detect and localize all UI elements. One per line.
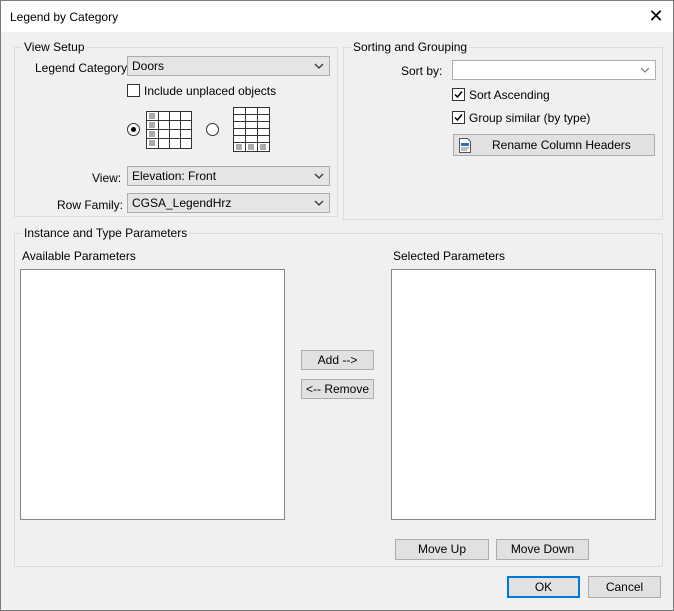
row-family-value: CGSA_LegendHrz [132,196,232,210]
sort-by-label: Sort by: [401,64,443,78]
view-dropdown[interactable]: Elevation: Front [127,166,330,186]
legend-category-value: Doors [132,59,165,73]
view-value: Elevation: Front [132,169,217,183]
rename-column-headers-button[interactable]: Rename Column Headers [453,134,655,156]
move-up-button[interactable]: Move Up [395,539,489,560]
sorting-grouping-label: Sorting and Grouping [351,40,470,54]
horizontal-layout-radio[interactable] [127,123,140,136]
sort-by-dropdown[interactable] [452,60,656,80]
vertical-legend-layout-icon [233,107,270,152]
include-unplaced-checkbox[interactable] [127,84,140,97]
chevron-down-icon [314,63,324,69]
legend-category-label: Legend Category: [35,61,131,75]
cancel-button[interactable]: Cancel [588,576,661,598]
view-label: View: [92,171,122,185]
vertical-layout-radio[interactable] [206,123,219,136]
legend-by-category-dialog: Legend by Category ✕ View Setup Legend C… [0,0,674,611]
chevron-down-icon [314,200,324,206]
move-down-button[interactable]: Move Down [496,539,589,560]
chevron-down-icon [314,173,324,179]
include-unplaced-label: Include unplaced objects [144,84,277,98]
checkmark-icon [454,114,463,122]
rename-document-icon [459,138,471,153]
sort-ascending-checkbox[interactable] [452,88,465,101]
window-title: Legend by Category [10,10,119,24]
available-parameters-list[interactable] [20,269,285,520]
chevron-down-icon [640,67,650,73]
close-icon[interactable]: ✕ [645,5,667,27]
checkmark-icon [454,91,463,99]
selected-parameters-label: Selected Parameters [393,249,506,263]
group-similar-label: Group similar (by type) [469,111,591,125]
sort-ascending-label: Sort Ascending [469,88,550,102]
instance-type-parameters-label: Instance and Type Parameters [22,226,190,240]
row-family-label: Row Family: [57,198,124,212]
horizontal-legend-layout-icon [146,111,192,149]
ok-button[interactable]: OK [507,576,580,598]
selected-parameters-list[interactable] [391,269,656,520]
view-setup-label: View Setup [22,40,87,54]
rename-column-headers-label: Rename Column Headers [492,138,631,152]
available-parameters-label: Available Parameters [22,249,136,263]
remove-parameter-button[interactable]: <-- Remove [301,379,374,399]
row-family-dropdown[interactable]: CGSA_LegendHrz [127,193,330,213]
legend-category-dropdown[interactable]: Doors [127,56,330,76]
radio-selected-dot [131,127,136,132]
title-bar: Legend by Category ✕ [1,1,673,32]
add-parameter-button[interactable]: Add --> [301,350,374,370]
group-similar-checkbox[interactable] [452,111,465,124]
